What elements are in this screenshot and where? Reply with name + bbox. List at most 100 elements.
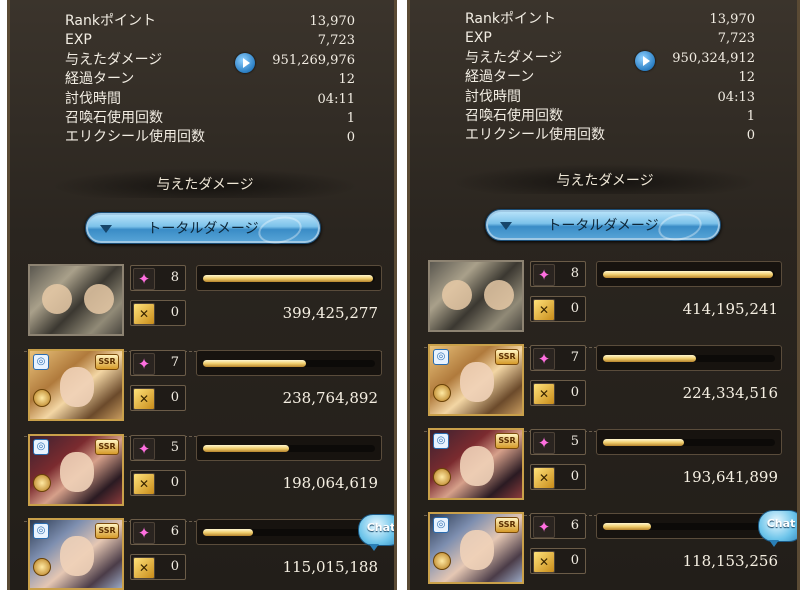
element-orb-icon <box>433 552 451 570</box>
chain-counter: ✕ 0 <box>530 464 586 490</box>
face-art <box>60 367 94 407</box>
chain-counter: ✕ 0 <box>130 554 186 580</box>
stat-label: 召喚石使用回数 <box>465 107 563 124</box>
stat-turns: 経過ターン 12 <box>65 70 355 89</box>
chain-burst-icon: ✕ <box>533 551 555 573</box>
stat-label: 召喚石使用回数 <box>65 109 163 126</box>
element-ring-icon: ◎ <box>33 354 49 370</box>
stat-value: 1 <box>746 108 755 124</box>
character-row: ◎ SSR ✦ 5 ✕ 0 198,064,619 <box>24 434 388 522</box>
ssr-badge-icon: SSR <box>495 517 519 533</box>
ssr-badge-icon: SSR <box>495 349 519 365</box>
damage-bar <box>196 435 382 461</box>
chain-burst-icon: ✕ <box>133 388 155 410</box>
stat-value: 950,324,912 <box>672 50 755 66</box>
ougi-count: 5 <box>170 440 179 455</box>
damage-bar-fill <box>203 360 307 367</box>
damage-value: 118,153,256 <box>682 552 778 570</box>
stat-label: 与えたダメージ <box>65 51 163 68</box>
chat-button[interactable]: Chat <box>758 510 797 547</box>
damage-bar <box>196 350 382 376</box>
character-portrait[interactable] <box>28 264 124 336</box>
stat-value: 13,970 <box>309 14 356 29</box>
stat-label: EXP <box>65 32 92 49</box>
character-portrait[interactable]: ◎ SSR <box>428 428 524 500</box>
ougi-count: 7 <box>170 355 179 370</box>
damage-bar <box>196 265 382 291</box>
damage-value: 414,195,241 <box>682 300 778 318</box>
damage-bar-track <box>203 529 375 536</box>
stat-label: Rankポイント <box>465 11 556 27</box>
chat-button[interactable]: Chat <box>358 514 394 551</box>
chain-counter: ✕ 0 <box>130 470 186 496</box>
ougi-star-icon: ✦ <box>533 516 555 538</box>
character-row: ◎ SSR ✦ 7 ✕ 0 224,334,516 <box>424 344 788 432</box>
ssr-badge-icon: SSR <box>95 523 119 539</box>
damage-bar-track <box>603 355 775 362</box>
stat-summon-uses: 召喚石使用回数 1 <box>465 107 755 126</box>
character-portrait[interactable]: ◎ SSR <box>428 512 524 584</box>
damage-bar-track <box>603 523 775 530</box>
damage-bar-track <box>203 445 375 452</box>
stat-label: 経過ターン <box>465 69 535 86</box>
face-art <box>60 536 94 576</box>
chain-burst-icon: ✕ <box>133 557 155 579</box>
swirl-decoration <box>255 212 305 248</box>
stat-label: Rankポイント <box>65 13 156 29</box>
character-row: ◎ SSR ✦ 7 ✕ 0 238,764,892 <box>24 349 388 437</box>
stat-damage: 与えたダメージ 951,269,976 <box>65 51 355 73</box>
section-title: 与えたダメージ <box>50 168 360 198</box>
element-orb-icon <box>33 474 51 492</box>
swirl-decoration <box>655 209 705 245</box>
total-damage-tab[interactable]: トータルダメージ <box>85 212 321 248</box>
chain-count: 0 <box>170 475 179 490</box>
total-damage-tab[interactable]: トータルダメージ <box>485 209 721 245</box>
ougi-counter: ✦ 6 <box>130 519 186 545</box>
stat-time: 討伐時間 04:11 <box>65 90 355 109</box>
stat-value: 1 <box>346 110 355 126</box>
tab-label: トータルダメージ <box>147 221 259 237</box>
stat-label: 討伐時間 <box>465 88 521 105</box>
damage-bar <box>196 519 382 545</box>
character-row: ✦ 8 ✕ 0 399,425,277 <box>24 264 388 352</box>
chain-count: 0 <box>570 469 579 484</box>
ougi-counter: ✦ 7 <box>130 350 186 376</box>
character-portrait[interactable]: ◎ SSR <box>428 344 524 416</box>
damage-bar <box>596 513 782 539</box>
ougi-star-icon: ✦ <box>533 264 555 286</box>
stat-turns: 経過ターン 12 <box>465 68 755 87</box>
face-art <box>84 284 114 314</box>
chain-counter: ✕ 0 <box>530 296 586 322</box>
face-art <box>60 452 94 492</box>
stat-damage: 与えたダメージ 950,324,912 <box>465 49 755 71</box>
stat-value: 12 <box>738 70 755 86</box>
stat-value: 04:13 <box>717 89 755 105</box>
damage-bar-fill <box>603 439 684 446</box>
element-ring-icon: ◎ <box>433 517 449 533</box>
ougi-count: 7 <box>570 350 579 365</box>
stat-value: 951,269,976 <box>272 52 355 68</box>
tab-label: トータルダメージ <box>547 218 659 234</box>
character-portrait[interactable] <box>428 260 524 332</box>
damage-bar-fill <box>603 523 652 530</box>
stat-rank-points: Rankポイント 13,970 <box>65 12 355 31</box>
stat-value: 0 <box>746 128 755 144</box>
element-ring-icon: ◎ <box>33 439 49 455</box>
ougi-star-icon: ✦ <box>133 522 155 544</box>
character-portrait[interactable]: ◎ SSR <box>28 349 124 421</box>
stat-value: 13,970 <box>709 12 756 27</box>
character-portrait[interactable]: ◎ SSR <box>28 434 124 506</box>
chain-count: 0 <box>570 301 579 316</box>
character-portrait[interactable]: ◎ SSR <box>28 518 124 590</box>
damage-bar <box>596 345 782 371</box>
ougi-star-icon: ✦ <box>133 438 155 460</box>
damage-bar-fill <box>203 275 374 282</box>
stat-value: 7,723 <box>717 31 755 47</box>
chain-count: 0 <box>570 553 579 568</box>
damage-value: 399,425,277 <box>282 304 378 322</box>
stat-time: 討伐時間 04:13 <box>465 88 755 107</box>
stat-value: 0 <box>346 130 355 146</box>
ougi-counter: ✦ 6 <box>530 513 586 539</box>
element-ring-icon: ◎ <box>433 433 449 449</box>
chain-count: 0 <box>170 305 179 320</box>
